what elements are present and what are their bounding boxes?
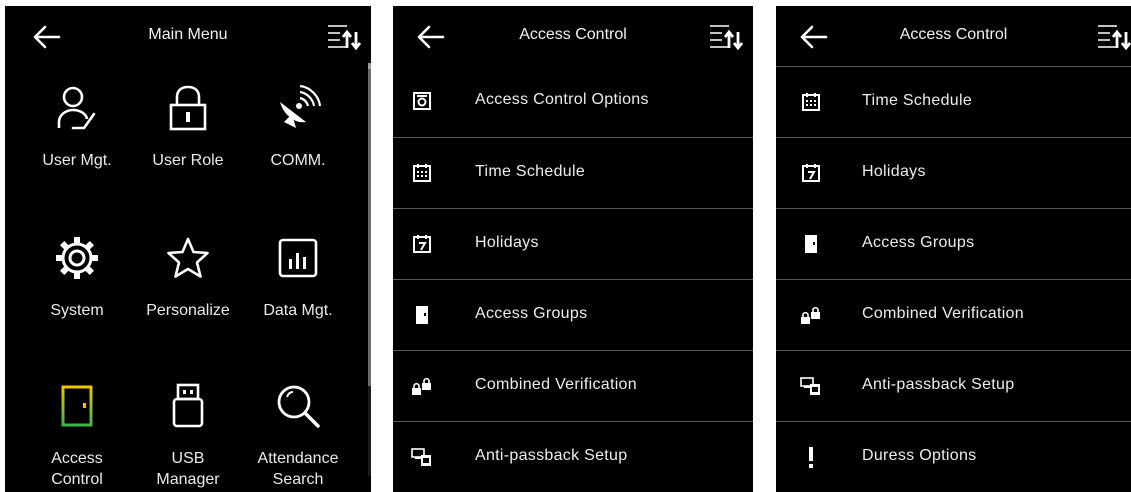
sort-menu-icon[interactable] [1095,20,1131,50]
door-icon [22,376,132,436]
page-title: Access Control [519,26,627,43]
door-icon [800,233,822,255]
calendar-7-icon [411,233,433,255]
double-lock-icon [411,375,433,397]
header: Access Control [393,6,753,66]
list-item-label: Duress Options [862,447,977,464]
list-item-holidays[interactable]: Holidays [393,208,753,279]
tile-label: USB Manager [156,450,220,488]
menu-tile-system[interactable]: System [22,228,132,358]
list-item-access-groups[interactable]: Access Groups [776,208,1131,279]
calendar-icon [800,91,822,113]
tile-label: User Mgt. [42,152,112,169]
menu-tile-comm[interactable]: COMM. [243,78,353,208]
scrollbar[interactable] [368,66,371,476]
double-lock-icon [800,304,822,326]
door-icon [411,304,433,326]
calendar-7-icon [800,162,822,184]
menu-list: Time Schedule Holidays Access Groups Com… [776,66,1131,492]
menu-tile-data-mgt[interactable]: Data Mgt. [243,228,353,358]
anti-passback-icon [800,375,822,397]
menu-tile-usb-manager[interactable]: USB Manager [133,376,243,492]
anti-passback-icon [411,446,433,468]
list-item-anti-passback-setup[interactable]: Anti-passback Setup [393,421,753,492]
star-icon [133,228,243,288]
page-title: Access Control [899,26,1008,43]
tile-label: System [50,302,104,319]
list-item-label: Time Schedule [475,163,586,180]
page-title: Main Menu [148,26,228,43]
list-item-time-schedule[interactable]: Time Schedule [776,66,1131,137]
menu-tile-attendance-search[interactable]: Attendance Search [243,376,353,492]
menu-tile-access-control[interactable]: Access Control [22,376,132,492]
user-icon [22,78,132,138]
list-item-label: Time Schedule [862,92,973,109]
access-control-screen-1: Access Control Access Control Options Ti… [393,6,753,492]
tile-label: Personalize [146,302,230,319]
list-item-duress-options[interactable]: Duress Options [776,421,1131,492]
list-item-combined-verification[interactable]: Combined Verification [393,350,753,421]
menu-tile-user-mgt[interactable]: User Mgt. [22,78,132,208]
list-item-holidays[interactable]: Holidays [776,137,1131,208]
tile-label: Data Mgt. [263,302,333,319]
menu-tile-personalize[interactable]: Personalize [133,228,243,358]
list-item-label: Access Groups [862,234,975,251]
list-item-label: Holidays [475,234,539,251]
tile-label: Attendance Search [257,450,339,488]
search-icon [243,376,353,436]
tile-label: User Role [152,152,224,169]
exclamation-icon [800,446,822,468]
list-item-combined-verification[interactable]: Combined Verification [776,279,1131,350]
sort-menu-icon[interactable] [707,20,747,50]
list-item-label: Access Groups [475,305,588,322]
lock-icon [133,78,243,138]
list-item-access-groups[interactable]: Access Groups [393,279,753,350]
list-item-label: Holidays [862,163,926,180]
scrollbar-cap [368,63,371,69]
tile-label: COMM. [270,152,326,169]
list-item-label: Combined Verification [862,305,1024,322]
sort-menu-icon[interactable] [325,20,365,50]
list-item-time-schedule[interactable]: Time Schedule [393,137,753,208]
calendar-icon [411,162,433,184]
header: Access Control [776,6,1131,66]
satellite-dish-icon [243,78,353,138]
list-item-label: Combined Verification [475,376,637,393]
tile-label: Access Control [51,450,103,488]
gear-icon [22,228,132,288]
access-control-screen-2: Access Control Time Schedule Holidays Ac… [776,6,1131,492]
bar-chart-icon [243,228,353,288]
list-item-anti-passback-setup[interactable]: Anti-passback Setup [776,350,1131,421]
header: Main Menu [5,6,371,66]
menu-tile-user-role[interactable]: User Role [133,78,243,208]
list-item-label: Access Control Options [475,91,649,108]
scrollbar-thumb[interactable] [368,66,371,386]
main-menu-screen: Main Menu User Mgt. User Role COMM. Syst… [5,6,371,492]
list-item-label: Anti-passback Setup [862,376,1015,393]
options-icon [411,90,433,112]
menu-list: Access Control Options Time Schedule Hol… [393,66,753,492]
list-item-access-control-options[interactable]: Access Control Options [393,66,753,137]
list-item-label: Anti-passback Setup [475,447,628,464]
usb-icon [133,376,243,436]
